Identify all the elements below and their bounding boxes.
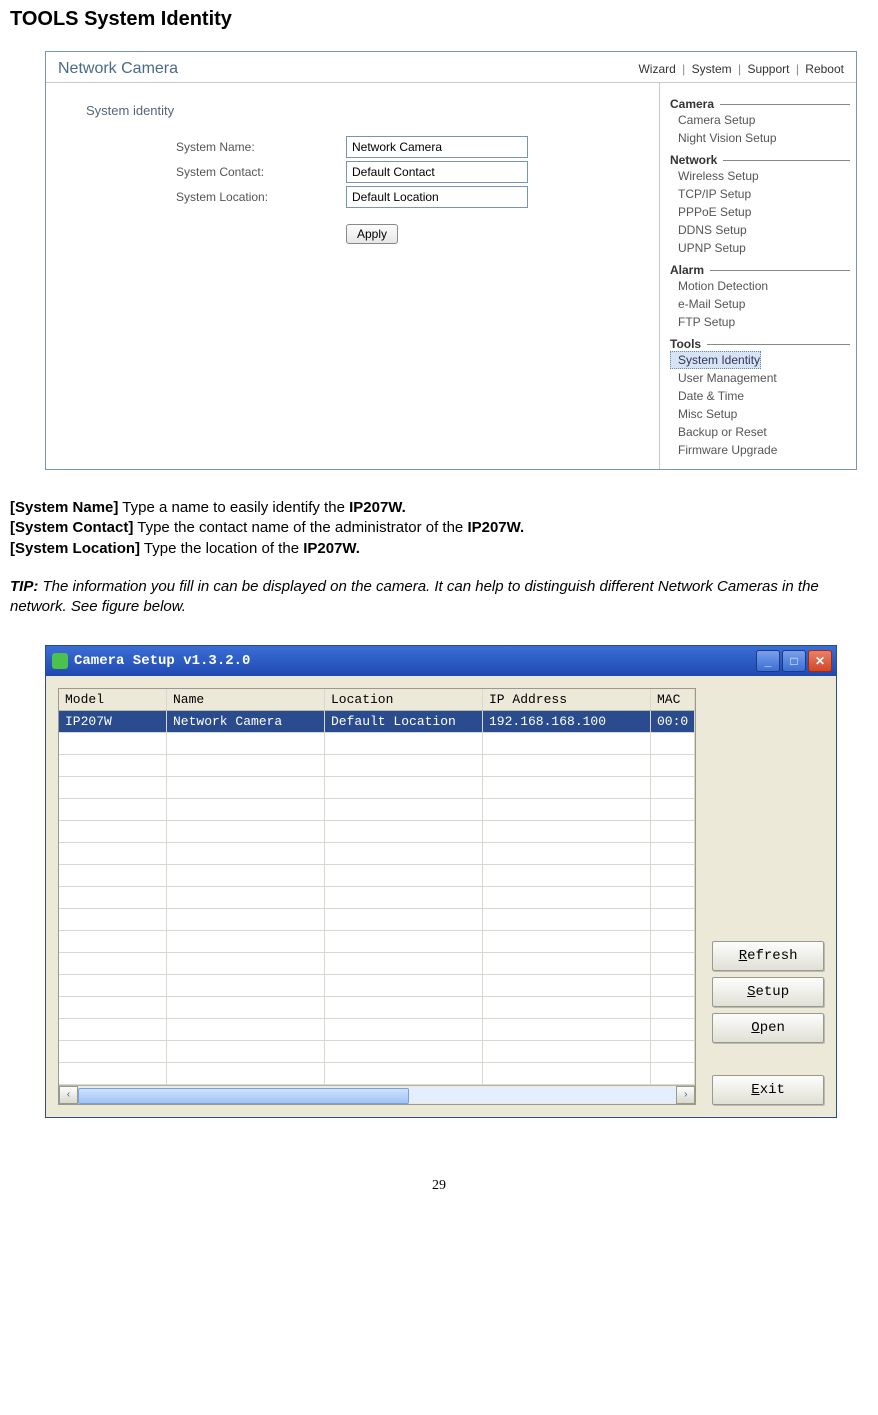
page-title: TOOLS System Identity: [10, 8, 868, 31]
sidebar-item-email[interactable]: e-Mail Setup: [670, 295, 850, 313]
sidebar-item-ddns[interactable]: DDNS Setup: [670, 221, 850, 239]
cell-name: Network Camera: [167, 711, 325, 732]
setup-button[interactable]: Setup: [712, 977, 824, 1007]
col-name[interactable]: Name: [167, 689, 325, 710]
panel-brand: Network Camera: [58, 60, 178, 78]
sidebar-group-alarm: Alarm: [670, 263, 850, 277]
window-titlebar: Camera Setup v1.3.2.0 _ □ ✕: [46, 646, 836, 676]
col-location[interactable]: Location: [325, 689, 483, 710]
col-model[interactable]: Model: [59, 689, 167, 710]
network-camera-panel: Network Camera Wizard | System | Support…: [45, 51, 857, 470]
form-row-contact: System Contact:: [86, 161, 659, 183]
window-side-buttons: Refresh Setup Open Exit: [696, 688, 824, 1105]
cell-mac: 00:0: [651, 711, 695, 732]
input-system-name[interactable]: [346, 136, 528, 158]
sidebar-item-firmware[interactable]: Firmware Upgrade: [670, 441, 850, 459]
sidebar-item-date-time[interactable]: Date & Time: [670, 387, 850, 405]
nav-support[interactable]: Support: [747, 62, 789, 76]
desc-system-name-bold: IP207W.: [349, 499, 406, 516]
label-system-contact: System Contact:: [86, 165, 346, 179]
sidebar-group-tools: Tools: [670, 337, 850, 351]
desc-system-contact-bold: IP207W.: [467, 519, 524, 536]
label-system-location: System Location:: [86, 190, 346, 204]
cell-location: Default Location: [325, 711, 483, 732]
input-system-location[interactable]: [346, 186, 528, 208]
minimize-button[interactable]: _: [756, 650, 780, 672]
apply-button[interactable]: Apply: [346, 224, 398, 244]
scroll-right-icon[interactable]: ›: [676, 1086, 695, 1104]
grid-empty-rows: [59, 733, 695, 1085]
app-icon: [52, 653, 68, 669]
sidebar-item-tcpip[interactable]: TCP/IP Setup: [670, 185, 850, 203]
window-title: Camera Setup v1.3.2.0: [74, 653, 250, 669]
nav-separator: |: [682, 62, 685, 76]
refresh-button[interactable]: Refresh: [712, 941, 824, 971]
description-block: [System Name] Type a name to easily iden…: [10, 498, 868, 559]
camera-grid: Model Name Location IP Address MAC IP207…: [58, 688, 696, 1105]
sidebar-item-system-identity[interactable]: System Identity: [670, 351, 761, 369]
horizontal-scrollbar[interactable]: ‹ ›: [59, 1085, 695, 1104]
col-mac[interactable]: MAC: [651, 689, 695, 710]
input-system-contact[interactable]: [346, 161, 528, 183]
sidebar-item-motion[interactable]: Motion Detection: [670, 277, 850, 295]
desc-system-location-label: [System Location]: [10, 540, 140, 557]
page-number: 29: [10, 1178, 868, 1194]
close-button[interactable]: ✕: [808, 650, 832, 672]
maximize-button[interactable]: □: [782, 650, 806, 672]
sidebar-item-ftp[interactable]: FTP Setup: [670, 313, 850, 331]
tip-label: TIP:: [10, 578, 38, 595]
scroll-track[interactable]: [78, 1087, 676, 1103]
desc-system-contact-text: Type the contact name of the administrat…: [133, 519, 467, 536]
top-nav: Wizard | System | Support | Reboot: [638, 62, 844, 76]
nav-wizard[interactable]: Wizard: [638, 62, 675, 76]
cell-model: IP207W: [59, 711, 167, 732]
camera-setup-window: Camera Setup v1.3.2.0 _ □ ✕ Model Name L…: [45, 645, 837, 1118]
desc-system-contact-label: [System Contact]: [10, 519, 133, 536]
nav-separator: |: [738, 62, 741, 76]
grid-header: Model Name Location IP Address MAC: [59, 689, 695, 711]
panel-main: System identity System Name: System Cont…: [46, 83, 659, 469]
desc-system-location-text: Type the location of the: [140, 540, 303, 557]
cell-ip: 192.168.168.100: [483, 711, 651, 732]
sidebar-item-night-vision[interactable]: Night Vision Setup: [670, 129, 850, 147]
scroll-thumb[interactable]: [78, 1088, 409, 1104]
nav-separator: |: [796, 62, 799, 76]
sidebar-item-backup-reset[interactable]: Backup or Reset: [670, 423, 850, 441]
sidebar-item-misc[interactable]: Misc Setup: [670, 405, 850, 423]
panel-header: Network Camera Wizard | System | Support…: [46, 52, 856, 83]
sidebar-item-pppoe[interactable]: PPPoE Setup: [670, 203, 850, 221]
sidebar-item-user-mgmt[interactable]: User Management: [670, 369, 850, 387]
form-row-location: System Location:: [86, 186, 659, 208]
desc-system-location-bold: IP207W.: [303, 540, 360, 557]
sidebar-item-camera-setup[interactable]: Camera Setup: [670, 111, 850, 129]
col-ip[interactable]: IP Address: [483, 689, 651, 710]
sidebar-group-network: Network: [670, 153, 850, 167]
tip-block: TIP: The information you fill in can be …: [10, 577, 868, 618]
scroll-left-icon[interactable]: ‹: [59, 1086, 78, 1104]
form-row-name: System Name:: [86, 136, 659, 158]
sidebar-item-wireless[interactable]: Wireless Setup: [670, 167, 850, 185]
sidebar: Camera Camera Setup Night Vision Setup N…: [659, 83, 856, 469]
exit-button[interactable]: Exit: [712, 1075, 824, 1105]
nav-system[interactable]: System: [692, 62, 732, 76]
section-heading: System identity: [86, 103, 659, 118]
open-button[interactable]: Open: [712, 1013, 824, 1043]
nav-reboot[interactable]: Reboot: [805, 62, 844, 76]
desc-system-name-text: Type a name to easily identify the: [118, 499, 349, 516]
sidebar-item-upnp[interactable]: UPNP Setup: [670, 239, 850, 257]
tip-text: The information you fill in can be displ…: [10, 578, 819, 615]
sidebar-group-camera: Camera: [670, 97, 850, 111]
label-system-name: System Name:: [86, 140, 346, 154]
desc-system-name-label: [System Name]: [10, 499, 118, 516]
grid-row-selected[interactable]: IP207W Network Camera Default Location 1…: [59, 711, 695, 733]
